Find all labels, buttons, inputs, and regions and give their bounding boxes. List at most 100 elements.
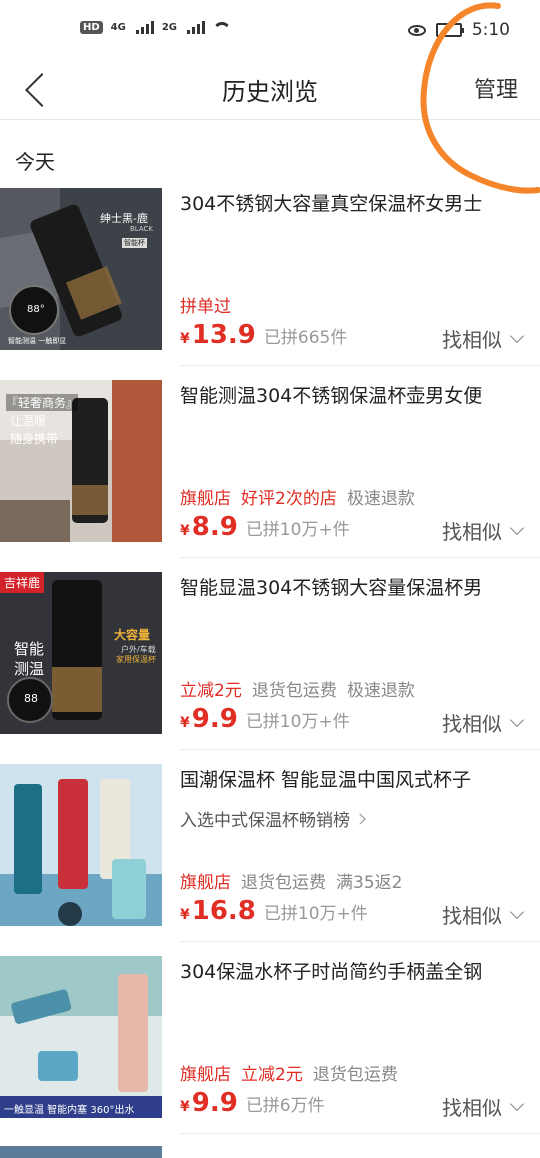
tag-row: 旗舰店 立减2元 退货包运费: [180, 1060, 408, 1085]
ranking-link[interactable]: 入选中式保温杯畅销榜: [180, 806, 366, 831]
currency-icon: ¥: [180, 1099, 190, 1115]
tag: 旗舰店: [180, 873, 231, 893]
divider: [180, 557, 540, 558]
price: 9.9: [191, 1088, 238, 1118]
thumb-label: 『轻奢商务』: [6, 394, 79, 411]
find-similar-label: 找相似: [442, 520, 502, 544]
thumb-label: 智能: [14, 640, 45, 658]
tag: 退货包运费: [251, 681, 337, 701]
find-similar-button[interactable]: 找相似: [442, 516, 525, 545]
nav-bar: 历史浏览 管理: [0, 60, 540, 120]
tag: 退货包运费: [241, 873, 326, 893]
chevron-right-icon: [354, 812, 366, 825]
price-row: ¥ 16.8 已拼10万+件: [180, 896, 368, 926]
product-title[interactable]: 智能显温304不锈钢大容量保温杯男: [180, 573, 525, 600]
find-similar-label: 找相似: [442, 1096, 502, 1120]
sold-count: 已拼10万+件: [263, 904, 368, 924]
status-right: 5:10: [407, 20, 510, 40]
currency-icon: ¥: [180, 715, 190, 731]
tag-row: 拼单过: [180, 292, 241, 317]
price: 16.8: [191, 896, 256, 926]
thumb-label: 88°: [27, 304, 45, 315]
tag: 好评2次的店: [241, 489, 337, 509]
thumb-label: 家用保温杯: [116, 655, 156, 664]
tag: 旗舰店: [180, 1065, 231, 1085]
tag-row: 立减2元 退货包运费 极速退款: [180, 676, 425, 701]
sold-count: 已拼6万件: [245, 1096, 325, 1116]
product-thumbnail[interactable]: 一触显温 智能内塞 360°出水: [0, 956, 162, 1118]
thumb-label: 一触显温 智能内塞 360°出水: [4, 1105, 135, 1116]
tag: 极速退款: [346, 489, 415, 509]
price: 8.9: [191, 512, 238, 542]
tag: 立减2元: [241, 1065, 303, 1085]
currency-icon: ¥: [180, 907, 190, 923]
tag-row: 旗舰店 好评2次的店 极速退款: [180, 484, 425, 509]
product-title[interactable]: 国潮保温杯 智能显温中国风式杯子: [180, 765, 525, 792]
find-similar-button[interactable]: 找相似: [442, 708, 525, 737]
battery-icon: [435, 23, 464, 37]
thumb-label: 绅士黑-鹿: [100, 212, 148, 225]
chevron-down-icon: [509, 520, 525, 535]
sold-count: 已拼10万+件: [245, 520, 350, 540]
status-bar: HD 4G 2G 5:10: [0, 0, 540, 60]
chevron-down-icon: [509, 712, 525, 727]
product-thumbnail[interactable]: [0, 764, 162, 926]
product-item[interactable]: 『轻奢商务』 让温暖 随身携带 智能测温304不锈钢保温杯壶男女便 旗舰店 好评2…: [0, 380, 540, 558]
status-left: HD 4G 2G: [80, 20, 231, 34]
chevron-down-icon: [509, 328, 525, 343]
chevron-down-icon: [509, 1096, 525, 1111]
product-title[interactable]: 304保温水杯子时尚简约手柄盖全钢: [180, 957, 525, 984]
network-4g-label: 4G: [110, 21, 126, 33]
divider: [180, 941, 540, 942]
price-row: ¥ 9.9 已拼10万+件: [180, 704, 350, 734]
find-similar-label: 找相似: [442, 712, 502, 736]
product-thumbnail[interactable]: 绅士黑-鹿 BLACK 智能杯 88° 智能测温 一触即显: [0, 188, 162, 350]
sold-count: 已拼10万+件: [245, 712, 350, 732]
wifi-icon: [213, 20, 231, 34]
manage-button[interactable]: 管理: [474, 72, 518, 104]
find-similar-button[interactable]: 找相似: [442, 324, 525, 353]
tag: 旗舰店: [180, 489, 231, 509]
thumb-label: 智能测温 一触即显: [8, 337, 67, 345]
signal-icon: [135, 20, 154, 34]
find-similar-button[interactable]: 找相似: [442, 1092, 525, 1121]
tag: 满35返2: [336, 873, 403, 893]
tag-row: 旗舰店 退货包运费 满35返2: [180, 868, 412, 893]
currency-icon: ¥: [180, 523, 190, 539]
brand-badge: 吉祥鹿: [0, 572, 45, 593]
product-title[interactable]: 304不锈钢大容量真空保温杯女男士: [180, 189, 525, 216]
tag: 拼单过: [180, 297, 231, 317]
thumb-label: 随身携带: [10, 432, 59, 446]
thumb-label: 测温: [14, 660, 45, 678]
price: 13.9: [191, 320, 256, 350]
product-item[interactable]: 绅士黑-鹿 BLACK 智能杯 88° 智能测温 一触即显 304不锈钢大容量真…: [0, 188, 540, 366]
chevron-down-icon: [509, 904, 525, 919]
price: 9.9: [191, 704, 238, 734]
section-header-today: 今天: [15, 150, 55, 174]
price-row: ¥ 9.9 已拼6万件: [180, 1088, 325, 1118]
divider: [180, 365, 540, 366]
thumb-label: 智能杯: [122, 238, 147, 248]
divider: [180, 1133, 540, 1134]
product-thumbnail-partial[interactable]: [0, 1146, 162, 1158]
divider: [180, 749, 540, 750]
network-2g-label: 2G: [161, 21, 178, 33]
status-time: 5:10: [471, 20, 510, 40]
page-title: 历史浏览: [222, 78, 318, 106]
sold-count: 已拼665件: [263, 328, 348, 348]
tag: 退货包运费: [312, 1065, 398, 1085]
currency-icon: ¥: [180, 331, 190, 347]
signal-icon-2: [187, 20, 206, 34]
ranking-label: 入选中式保温杯畅销榜: [180, 811, 350, 831]
thumb-label: 大容量: [114, 628, 151, 642]
find-similar-label: 找相似: [442, 904, 502, 928]
product-item[interactable]: 国潮保温杯 智能显温中国风式杯子 入选中式保温杯畅销榜 旗舰店 退货包运费 满35返…: [0, 764, 540, 942]
find-similar-button[interactable]: 找相似: [442, 900, 525, 929]
product-item[interactable]: 吉祥鹿 智能 测温 大容量 户外/车载 家用保温杯 88 智能显温304不锈钢大…: [0, 572, 540, 750]
product-thumbnail[interactable]: 『轻奢商务』 让温暖 随身携带: [0, 380, 162, 542]
product-item[interactable]: 一触显温 智能内塞 360°出水 304保温水杯子时尚简约手柄盖全钢 旗舰店 立减…: [0, 956, 540, 1134]
product-thumbnail[interactable]: 吉祥鹿 智能 测温 大容量 户外/车载 家用保温杯 88: [0, 572, 162, 734]
thumb-label: BLACK: [130, 225, 154, 233]
product-title[interactable]: 智能测温304不锈钢保温杯壶男女便: [180, 381, 525, 408]
tag: 立减2元: [180, 681, 242, 701]
